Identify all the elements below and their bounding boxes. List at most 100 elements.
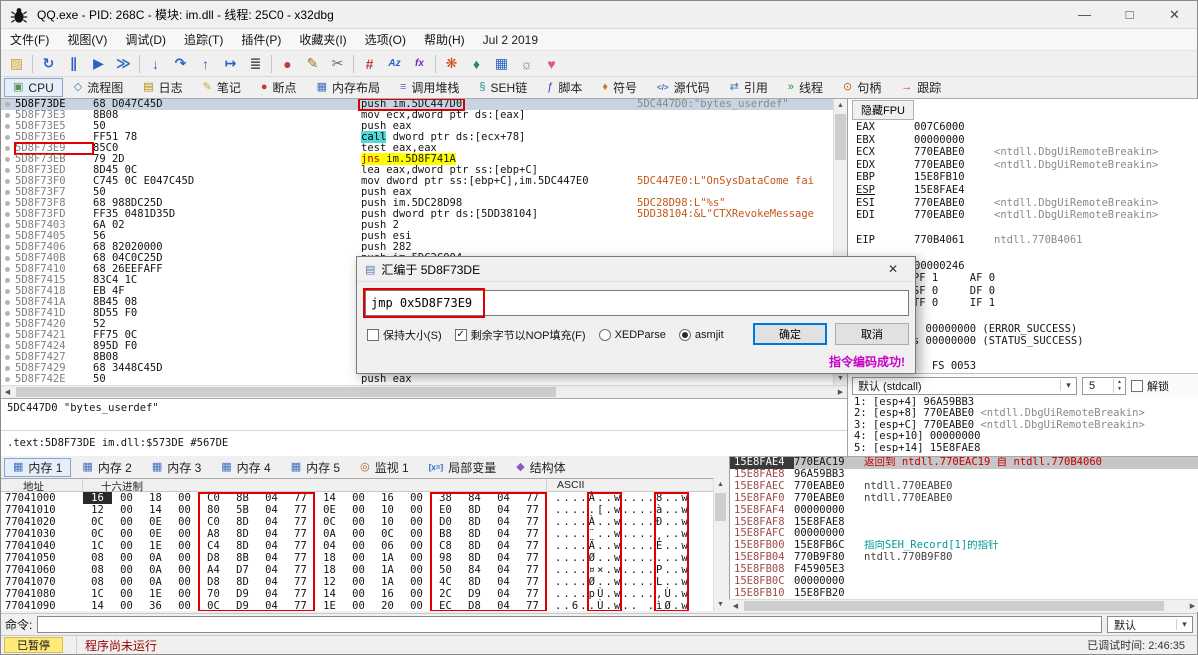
breakpoint-dot[interactable] xyxy=(1,99,15,110)
close-button[interactable]: ✕ xyxy=(1152,1,1197,28)
breakpoint-dot[interactable] xyxy=(1,110,15,121)
scroll-right-icon[interactable]: ▶ xyxy=(1186,600,1198,613)
scroll-thumb[interactable] xyxy=(16,387,556,397)
disassembly-hscrollbar[interactable]: ◀ ▶ xyxy=(1,385,847,398)
breakpoint-dot[interactable] xyxy=(1,187,15,198)
breakpoint-dot[interactable] xyxy=(1,319,15,330)
stack-arg-row[interactable]: 4: [esp+10] 00000000 xyxy=(848,430,1198,442)
memory-row[interactable]: 77041030 0C 00 0E 00 A8 8D 04 77 0A 00 0C 00 B8 8D 04 77… xyxy=(1,528,713,540)
tab-references[interactable]: ⇄ 引用 xyxy=(721,78,777,97)
calling-convention-dropdown[interactable]: 默认 (stdcall) ▾ xyxy=(852,376,1077,395)
breakpoint-dot[interactable] xyxy=(1,143,15,154)
tab-memory-4[interactable]: ▦ 内存 4 xyxy=(212,458,279,477)
breakpoint-dot[interactable] xyxy=(1,352,15,363)
flame-icon[interactable]: ❋ xyxy=(439,53,464,75)
xedparse-radio[interactable]: XEDParse xyxy=(598,329,666,341)
scroll-down-icon[interactable]: ▼ xyxy=(714,598,727,611)
breakpoint-dot[interactable] xyxy=(1,374,15,385)
breakpoint-dot[interactable] xyxy=(1,242,15,253)
cancel-button[interactable]: 取消 xyxy=(835,323,909,345)
memory-row[interactable]: 77041040 1C 00 1E 00 C4 8D 04 77 04 00 06 00 C8 8D 04 77… xyxy=(1,540,713,552)
breakpoint-dot[interactable] xyxy=(1,330,15,341)
tab-trace-tab[interactable]: → 跟踪 xyxy=(892,78,950,97)
disasm-row[interactable]: 5D8F73E3 8B08 mov ecx,dword ptr ds:[eax] xyxy=(1,110,833,121)
hide-fpu-button[interactable]: 隐藏FPU xyxy=(852,100,914,120)
trace-icon[interactable]: ≣ xyxy=(243,53,268,75)
register-row[interactable]: EDI 770EABE0 <ntdll.DbgUiRemoteBreakin> xyxy=(848,209,1198,222)
breakpoint-dot[interactable] xyxy=(1,132,15,143)
command-profile-dropdown[interactable]: 默认 ▾ xyxy=(1107,616,1193,633)
memory-row[interactable]: 77041070 08 00 0A 00 D8 8D 04 77 12 00 1A 00 4C 8D 04 77… xyxy=(1,576,713,588)
tab-threads[interactable]: » 线程 xyxy=(779,78,832,97)
tab-symbols[interactable]: ♦ 符号 xyxy=(593,78,646,97)
breakpoint-dot[interactable] xyxy=(1,297,15,308)
register-row[interactable]: ECX 770EABE0 <ntdll.DbgUiRemoteBreakin> xyxy=(848,146,1198,159)
favourites-icon[interactable]: ♥ xyxy=(539,53,564,75)
hash-icon[interactable]: # xyxy=(357,53,382,75)
tab-memory-map[interactable]: ▦ 内存布局 xyxy=(308,78,389,97)
ok-button[interactable]: 确定 xyxy=(753,323,827,345)
tab-cpu[interactable]: ▣ CPU xyxy=(4,78,63,97)
open-file-icon[interactable]: ▨ xyxy=(4,53,29,75)
shield-icon[interactable]: ♦ xyxy=(464,53,489,75)
tab-graph[interactable]: ◇ 流程图 xyxy=(65,78,132,97)
disasm-row[interactable]: 5D8F73FD FF35 0481D35D push dword ptr ds:[… xyxy=(1,209,833,220)
register-row[interactable] xyxy=(848,222,1198,235)
stack-rows[interactable]: 15E8FAE4 770EAC19 返回到 ntdll.770EAC19 自 ntd… xyxy=(730,457,1198,599)
tab-locals[interactable]: [x=] 局部变量 xyxy=(420,458,505,477)
breakpoint-dot[interactable] xyxy=(1,176,15,187)
scroll-track[interactable] xyxy=(714,491,727,598)
breakpoint-dot[interactable] xyxy=(1,121,15,132)
breakpoint-dot[interactable] xyxy=(1,275,15,286)
scroll-up-icon[interactable]: ▲ xyxy=(834,99,847,112)
scroll-right-icon[interactable]: ▶ xyxy=(834,386,847,399)
breakpoint-dot[interactable] xyxy=(1,363,15,374)
register-row[interactable]: EBP 15E8FB10 xyxy=(848,171,1198,184)
tab-memory-3[interactable]: ▦ 内存 3 xyxy=(143,458,210,477)
breakpoint-dot[interactable] xyxy=(1,165,15,176)
scroll-track[interactable] xyxy=(742,600,1186,612)
tab-log[interactable]: ▤ 日志 xyxy=(134,78,191,97)
keep-size-checkbox[interactable]: 保持大小(S) xyxy=(367,327,442,343)
memory-row[interactable]: 77041050 08 00 0A 00 D8 8B 04 77 18 00 1A 00 98 8D 04 77… xyxy=(1,552,713,564)
memory-row[interactable]: 77041010 12 00 14 00 80 5B 04 77 0E 00 10 00 E0 8D 04 77… xyxy=(1,504,713,516)
menu-item-5[interactable]: 收藏夹(I) xyxy=(290,28,355,51)
breakpoint-dot[interactable] xyxy=(1,341,15,352)
tab-memory-1[interactable]: ▦ 内存 1 xyxy=(4,457,72,477)
asmjit-radio[interactable]: asmjit xyxy=(678,329,724,341)
animate-icon[interactable]: ≫ xyxy=(111,53,136,75)
memory-rows[interactable]: 77041000 16 00 18 00 C0 8B 04 77 14 00 16 00 38 84 04 77… xyxy=(1,492,713,611)
breakpoint-dot[interactable] xyxy=(1,253,15,264)
pause-icon[interactable]: ∥ xyxy=(61,53,86,75)
register-row[interactable]: ESP 15E8FAE4 xyxy=(848,184,1198,197)
disasm-row[interactable]: 5D8F73F0 C745 0C E047C45D mov dword ptr ss… xyxy=(1,176,833,187)
breakpoint-dot[interactable] xyxy=(1,231,15,242)
scroll-left-icon[interactable]: ◀ xyxy=(1,386,14,399)
scroll-track[interactable] xyxy=(14,386,834,398)
assemble-instruction-input[interactable] xyxy=(365,290,909,316)
memory-vscrollbar[interactable]: ▲ ▼ xyxy=(713,478,727,611)
tab-script[interactable]: ƒ 脚本 xyxy=(538,78,591,97)
maximize-button[interactable]: □ xyxy=(1107,1,1152,28)
unlock-checkbox[interactable]: 解锁 xyxy=(1131,378,1169,394)
tab-call-stack[interactable]: ≡ 调用堆栈 xyxy=(391,78,468,97)
register-row[interactable]: EDX 770EABE0 <ntdll.DbgUiRemoteBreakin> xyxy=(848,159,1198,172)
stack-row[interactable]: 15E8FAEC 770EABE0 ntdll.770EABE0 xyxy=(730,480,1198,493)
scroll-thumb[interactable] xyxy=(835,114,846,160)
disasm-row[interactable]: 5D8F742E 50 push eax xyxy=(1,374,833,385)
breakpoint-icon[interactable]: ● xyxy=(275,53,300,75)
fx-icon[interactable]: fx xyxy=(407,53,432,75)
register-row[interactable]: EIP 770B4061 ntdll.770B4061 xyxy=(848,234,1198,247)
breakpoint-dot[interactable] xyxy=(1,154,15,165)
stack-args-list[interactable]: 1: [esp+4] 96A59BB3 2: [esp+8] 770EABE0 <… xyxy=(848,396,1198,454)
memory-row[interactable]: 77041020 0C 00 0E 00 C0 8D 04 77 0C 00 10 00 D0 8D 04 77… xyxy=(1,516,713,528)
tab-seh[interactable]: § SEH链 xyxy=(470,78,536,97)
stack-row[interactable]: 15E8FAF4 00000000 xyxy=(730,504,1198,517)
settings-icon[interactable]: ☼ xyxy=(514,53,539,75)
cpu-chip-icon[interactable]: ▦ xyxy=(489,53,514,75)
menu-item-0[interactable]: 文件(F) xyxy=(1,28,58,51)
menu-item-1[interactable]: 视图(V) xyxy=(58,28,116,51)
tab-notes[interactable]: ✎ 笔记 xyxy=(194,78,250,97)
register-row[interactable]: ESI 770EABE0 <ntdll.DbgUiRemoteBreakin> xyxy=(848,197,1198,210)
memory-row[interactable]: 77041080 1C 00 1E 00 70 D9 04 77 14 00 16 00 2C D9 04 77… xyxy=(1,588,713,600)
